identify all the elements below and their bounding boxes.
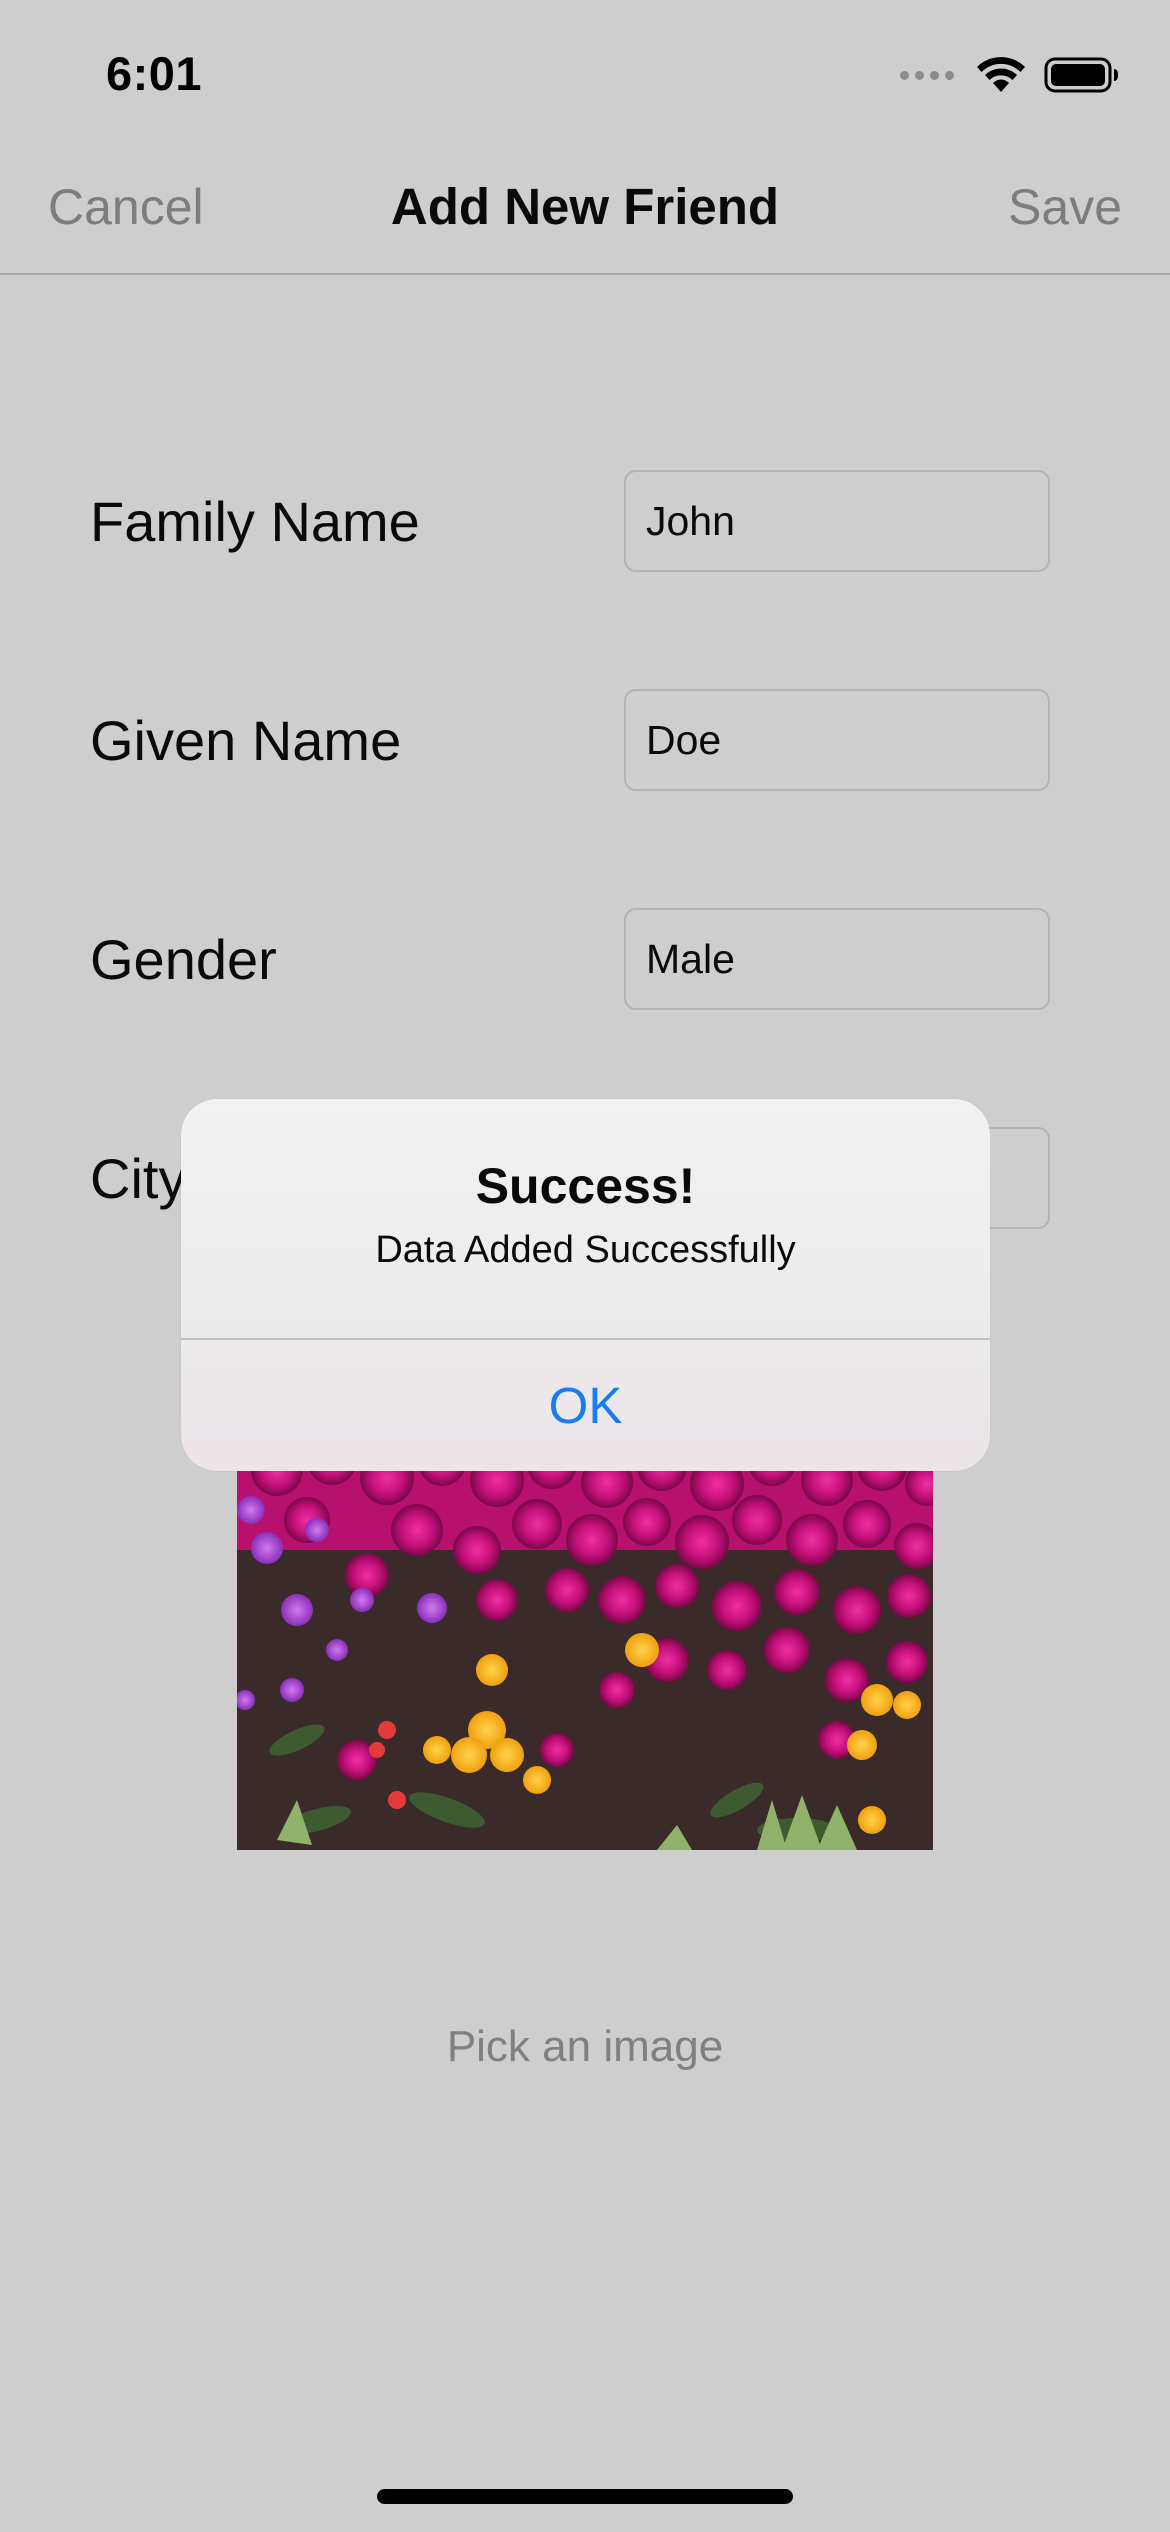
success-alert: Success! Data Added Successfully OK	[181, 1099, 990, 1471]
status-bar: 6:01	[0, 0, 1170, 140]
city-label: City	[90, 1147, 187, 1210]
navigation-bar: Cancel Add New Friend Save	[0, 140, 1170, 275]
home-indicator[interactable]	[377, 2489, 793, 2504]
given-name-label: Given Name	[90, 709, 402, 772]
family-name-label: Family Name	[90, 490, 420, 553]
page-title: Add New Friend	[390, 178, 780, 235]
wifi-icon	[977, 57, 1025, 92]
status-icons	[900, 52, 1120, 98]
save-button[interactable]: Save	[1008, 178, 1122, 236]
cellular-signal-icon	[900, 70, 954, 80]
given-name-row: Given Name	[0, 689, 1170, 793]
alert-title: Success!	[475, 1158, 696, 1214]
given-name-field[interactable]	[624, 689, 1050, 791]
family-name-row: Family Name	[0, 470, 1170, 574]
add-friend-screen: 6:01 Cancel Add New Friend Save Family N…	[0, 0, 1170, 2532]
gender-row: Gender	[0, 908, 1170, 1012]
gender-label: Gender	[90, 928, 277, 991]
gender-field[interactable]	[624, 908, 1050, 1010]
family-name-field[interactable]	[624, 470, 1050, 572]
status-time: 6:01	[106, 47, 203, 100]
alert-message: Data Added Successfully	[375, 1229, 796, 1271]
ok-button[interactable]: OK	[181, 1340, 990, 1471]
battery-icon	[1044, 57, 1118, 93]
pick-image-button[interactable]: Pick an image	[0, 2022, 1170, 2072]
